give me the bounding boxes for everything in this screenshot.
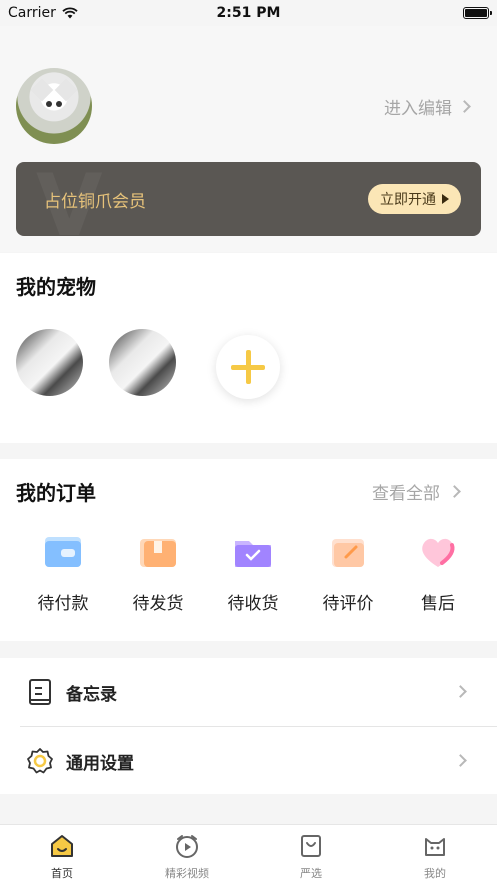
order-pending-review[interactable]: 待评价 — [308, 531, 388, 614]
review-pen-icon — [326, 531, 370, 571]
tab-label: 精彩视频 — [165, 867, 209, 880]
view-all-orders-link[interactable]: 查看全部 — [372, 479, 461, 504]
plus-icon — [231, 350, 265, 384]
menu-item-memo[interactable]: 备忘录 — [0, 658, 497, 727]
order-label: 待收货 — [227, 594, 279, 614]
play-arrow-icon — [442, 194, 449, 204]
order-label: 待评价 — [322, 594, 374, 614]
tab-home[interactable]: 首页 — [22, 833, 102, 881]
profile-header: 进入编辑 V 占位铜爪会员 立即开通 — [0, 26, 497, 252]
order-pending-payment[interactable]: 待付款 — [23, 531, 103, 614]
my-orders-section: 我的订单 查看全部 待付款 待发货 待收货 待评价 售后 — [0, 459, 497, 641]
view-all-label: 查看全部 — [372, 484, 440, 504]
menu-item-settings[interactable]: 通用设置 — [0, 727, 497, 795]
folder-check-icon — [231, 531, 275, 571]
vip-card[interactable]: V 占位铜爪会员 立即开通 — [16, 162, 481, 236]
shopping-bag-icon — [301, 835, 321, 857]
heart-icon — [416, 531, 460, 571]
vip-activate-label: 立即开通 — [380, 192, 436, 208]
tab-label: 严选 — [300, 867, 322, 880]
tab-label: 我的 — [424, 867, 446, 880]
avatar[interactable] — [16, 68, 92, 144]
package-icon — [136, 531, 180, 571]
edit-profile-label: 进入编辑 — [384, 99, 452, 119]
wallet-icon — [41, 531, 85, 571]
video-icon — [176, 835, 198, 858]
section-title-pets: 我的宠物 — [16, 275, 96, 299]
notebook-icon — [29, 679, 51, 705]
tab-label: 首页 — [51, 867, 73, 880]
order-label: 待发货 — [132, 594, 184, 614]
vip-membership-label: 占位铜爪会员 — [44, 192, 146, 212]
status-bar: Carrier 2:51 PM — [0, 0, 497, 26]
tab-videos[interactable]: 精彩视频 — [147, 833, 227, 881]
home-icon — [51, 835, 73, 857]
bottom-tab-bar: 首页 精彩视频 严选 我的 — [0, 824, 497, 883]
pet-avatar[interactable] — [109, 329, 176, 396]
chevron-right-icon — [458, 100, 471, 113]
cat-face-icon — [425, 838, 445, 856]
tab-mine[interactable]: 我的 — [395, 833, 475, 881]
chevron-right-icon — [454, 754, 467, 767]
vip-activate-button[interactable]: 立即开通 — [368, 184, 461, 214]
add-pet-button[interactable] — [216, 335, 280, 399]
my-pets-section: 我的宠物 — [0, 253, 497, 443]
battery-icon — [463, 7, 492, 19]
order-label: 售后 — [421, 594, 455, 614]
chevron-right-icon — [454, 685, 467, 698]
order-after-sales[interactable]: 售后 — [398, 531, 478, 614]
order-pending-shipment[interactable]: 待发货 — [118, 531, 198, 614]
chevron-right-icon — [448, 485, 461, 498]
menu-label: 备忘录 — [66, 685, 117, 705]
order-label: 待付款 — [37, 594, 89, 614]
menu-label: 通用设置 — [66, 754, 134, 774]
gear-icon — [27, 748, 53, 774]
order-pending-receipt[interactable]: 待收货 — [213, 531, 293, 614]
section-title-orders: 我的订单 — [16, 481, 96, 505]
tab-selection[interactable]: 严选 — [271, 833, 351, 881]
settings-menu: 备忘录 通用设置 — [0, 658, 497, 794]
pet-avatar[interactable] — [16, 329, 83, 396]
status-time: 2:51 PM — [216, 5, 281, 21]
edit-profile-link[interactable]: 进入编辑 — [384, 94, 471, 119]
